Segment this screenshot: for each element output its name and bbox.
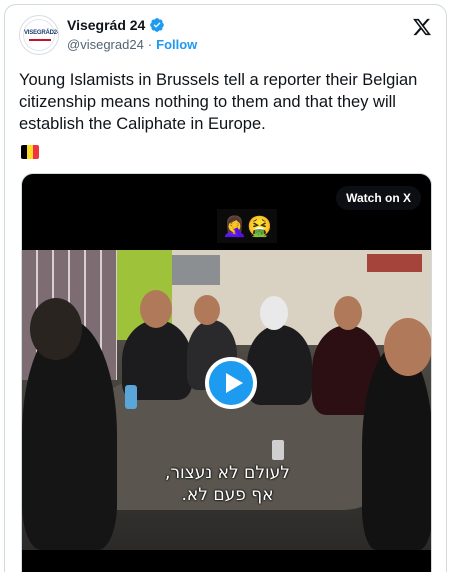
belgium-flag-icon	[21, 145, 39, 159]
emoji-overlay: 🤦‍♀️🤮	[217, 209, 277, 243]
author-handle[interactable]: @visegrad24	[67, 37, 144, 52]
follow-button[interactable]: Follow	[156, 37, 197, 52]
wall-poster-red	[367, 254, 422, 272]
author-name-row: Visegrád 24	[67, 17, 165, 33]
subtitle-line: לעולם לא נעצור,	[165, 463, 290, 483]
water-bottle	[125, 385, 137, 409]
play-button[interactable]	[205, 357, 257, 409]
tweet-card: VISEGRÁD24 Visegrád 24 @visegrad24 · Fol…	[4, 4, 447, 572]
watch-on-x-button[interactable]: Watch on X	[336, 186, 421, 210]
author-display-name[interactable]: Visegrád 24	[67, 17, 145, 33]
person-head	[334, 296, 362, 330]
avatar[interactable]: VISEGRÁD24	[19, 15, 59, 55]
separator-dot: ·	[147, 37, 153, 52]
person-seated	[247, 325, 312, 405]
person-right-foreground	[362, 345, 431, 550]
author-handle-row: @visegrad24 · Follow	[67, 37, 197, 52]
avatar-logo-text: VISEGRÁD24	[24, 30, 59, 36]
x-logo-icon[interactable]	[412, 17, 432, 37]
flag-stripe-red	[33, 145, 39, 159]
subtitle-line: אף פעם לא.	[181, 485, 274, 505]
verified-badge-icon	[149, 17, 165, 33]
video-subtitle: לעולם לא נעצור, אף פעם לא.	[22, 462, 431, 506]
masked-head	[260, 296, 288, 330]
video-player[interactable]: לעולם לא נעצור, אף פעם לא. 🤦‍♀️🤮 Watch o…	[21, 173, 432, 572]
play-icon	[226, 373, 243, 393]
person-head	[384, 318, 431, 376]
person-head	[140, 290, 172, 328]
person-head	[30, 298, 82, 360]
phone-on-table	[272, 440, 284, 460]
wall-poster	[172, 255, 220, 285]
avatar-logo-underline	[29, 39, 51, 41]
person-head	[194, 295, 220, 325]
tweet-text: Young Islamists in Brussels tell a repor…	[19, 71, 418, 133]
